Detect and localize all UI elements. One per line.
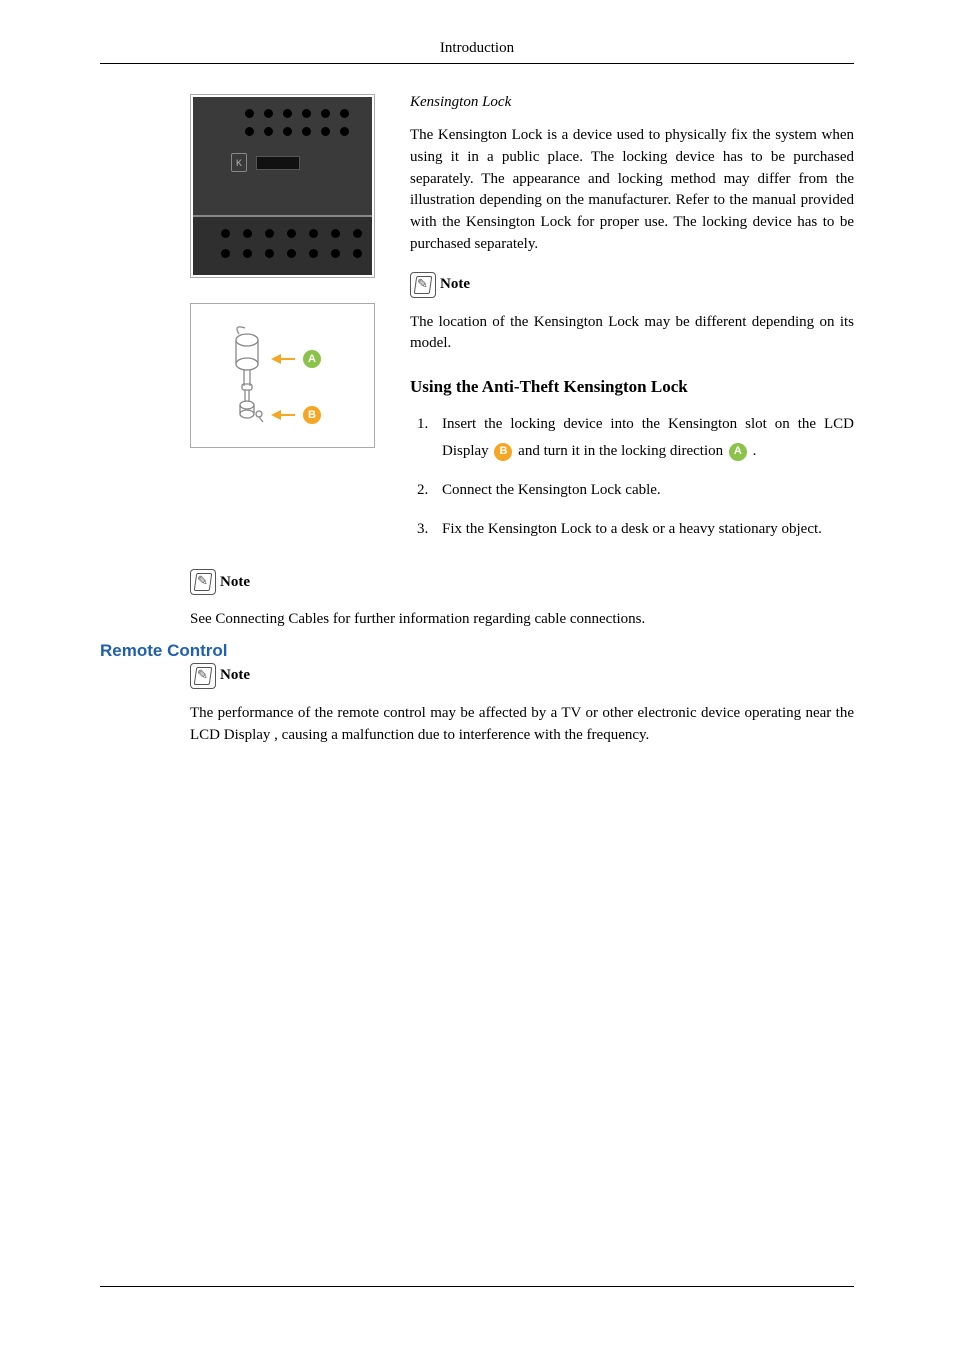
note-label: Note — [220, 574, 250, 591]
step-1: Insert the locking device into the Kensi… — [432, 411, 854, 465]
port-slot — [256, 156, 300, 170]
kensington-title: Kensington Lock — [410, 94, 854, 111]
note-label: Note — [440, 276, 470, 293]
page-header: Introduction — [100, 40, 854, 63]
note1-text: The location of the Kensington Lock may … — [410, 312, 854, 356]
inline-badge-b-icon: B — [494, 443, 512, 461]
header-rule — [100, 63, 854, 64]
sub-heading: Using the Anti-Theft Kensington Lock — [410, 377, 854, 397]
badge-b-icon: B — [303, 406, 321, 424]
figure-rear-panel: K — [190, 94, 375, 278]
remote-control-title: Remote Control — [100, 641, 854, 661]
steps-list: Insert the locking device into the Kensi… — [410, 411, 854, 543]
note2-text: See Connecting Cables for further inform… — [190, 609, 854, 631]
note-label: Note — [220, 667, 250, 684]
kensington-description: The Kensington Lock is a device used to … — [410, 125, 854, 256]
step-2: Connect the Kensington Lock cable. — [432, 477, 854, 504]
figure-lock-diagram: A B — [190, 303, 375, 448]
note-icon — [190, 569, 216, 595]
note-icon — [190, 663, 216, 689]
step-1-part-c: . — [753, 443, 757, 459]
badge-a-icon: A — [303, 350, 321, 368]
step-3: Fix the Kensington Lock to a desk or a h… — [432, 516, 854, 543]
step-1-part-b: and turn it in the locking direction — [518, 443, 727, 459]
inline-badge-a-icon: A — [729, 443, 747, 461]
arrow-b-indicator: B — [271, 406, 321, 424]
lock-drawing-icon — [231, 322, 271, 437]
arrow-a-indicator: A — [271, 350, 321, 368]
remote-note-text: The performance of the remote control ma… — [190, 703, 854, 747]
footer-rule — [100, 1286, 854, 1287]
note-icon — [410, 272, 436, 298]
kensington-slot-icon: K — [231, 153, 247, 172]
